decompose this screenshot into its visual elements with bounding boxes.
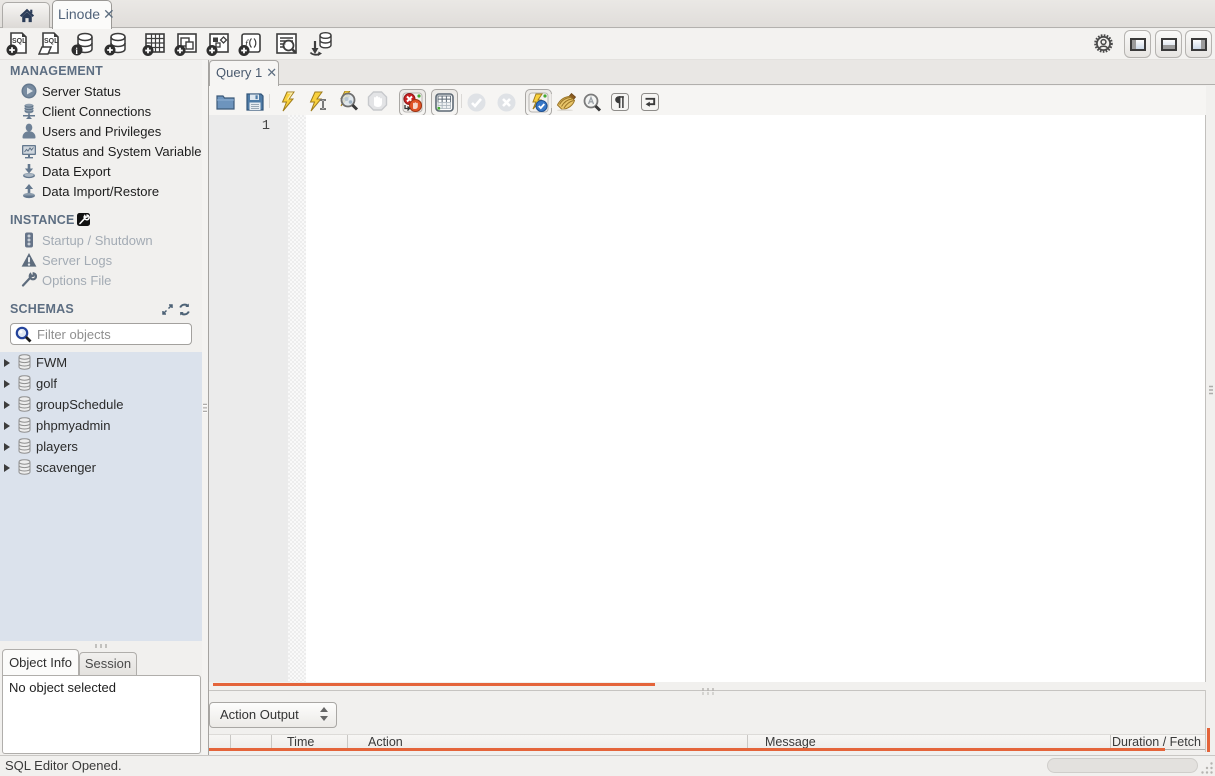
svg-text:SQL: SQL <box>12 38 27 45</box>
svg-text:SQL: SQL <box>44 38 59 45</box>
